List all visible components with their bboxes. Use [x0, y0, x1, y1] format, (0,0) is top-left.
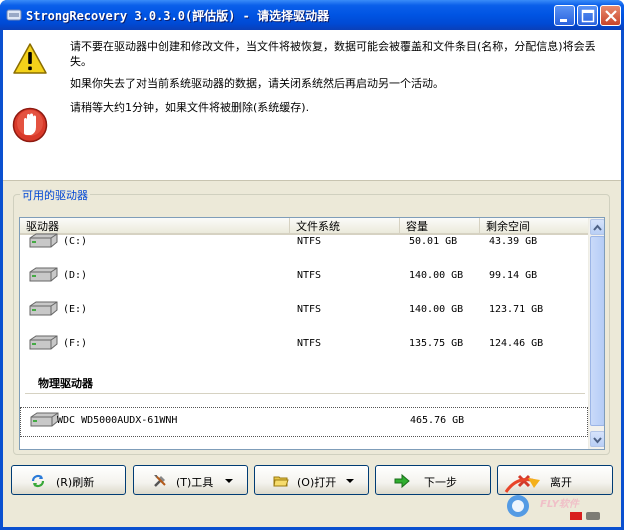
- drive-row-e[interactable]: (E:) NTFS 140.00 GB 123.71 GB: [20, 297, 588, 327]
- arrow-right-icon: [394, 473, 410, 489]
- tools-button[interactable]: (T)工具: [133, 465, 248, 495]
- drive-capacity: 135.75 GB: [409, 338, 464, 349]
- drive-name: (D:): [63, 270, 88, 281]
- close-button[interactable]: [600, 5, 621, 26]
- app-window: StrongRecovery 3.0.3.0(評估版) - 请选择驱动器 请不要…: [0, 0, 624, 530]
- drive-capacity: 140.00 GB: [409, 270, 464, 281]
- close-icon: [605, 10, 617, 22]
- chevron-down-icon: [593, 437, 602, 444]
- drive-rows: (C:) NTFS 50.01 GB 43.39 GB (D:) NTFS 14…: [20, 233, 588, 449]
- dialog-client: 请不要在驱动器中创建和修改文件，当文件将被恢复，数据可能会被覆盖和文件条目(名称…: [3, 30, 621, 527]
- open-button[interactable]: (O)打开: [254, 465, 369, 495]
- drive-capacity: 465.76 GB: [410, 415, 465, 426]
- drive-name: (C:): [63, 236, 88, 247]
- drive-name: (F:): [63, 338, 88, 349]
- hard-drive-icon: [29, 301, 58, 316]
- drive-row-c[interactable]: (C:) NTFS 50.01 GB 43.39 GB: [20, 229, 588, 259]
- hard-drive-icon: [29, 267, 58, 282]
- warning-icon: [13, 43, 47, 74]
- physical-drives-heading: 物理驱动器: [38, 377, 93, 390]
- drive-free-space: 43.39 GB: [489, 236, 538, 247]
- warning-message-2: 如果你失去了对当前系统驱动器的数据，请关闭系统然后再启动另一个活动。: [70, 77, 444, 90]
- drive-free-space: 99.14 GB: [489, 270, 538, 281]
- hard-drive-icon: [30, 412, 59, 427]
- dropdown-arrow-icon: [225, 479, 233, 483]
- tools-icon: [154, 475, 166, 487]
- drive-list[interactable]: 驱动器 文件系统 容量 剩余空间 (C:) NTFS 50.01 GB 43.3…: [19, 217, 605, 450]
- folder-icon: [273, 476, 289, 487]
- group-label: 可用的驱动器: [20, 187, 90, 203]
- scroll-up-button[interactable]: [590, 219, 604, 235]
- minimize-button[interactable]: [554, 5, 575, 26]
- title-bar[interactable]: StrongRecovery 3.0.3.0(評估版) - 请选择驱动器: [0, 0, 624, 30]
- warning-message-3: 请稍等大约1分钟，如果文件将被删除(系统缓存).: [70, 101, 310, 114]
- drive-capacity: 140.00 GB: [409, 304, 464, 315]
- hard-drive-icon: [29, 233, 58, 248]
- drive-name: (E:): [63, 304, 88, 315]
- refresh-button[interactable]: (R)刷新: [11, 465, 126, 495]
- drive-filesystem: NTFS: [297, 270, 322, 281]
- next-label: 下一步: [424, 476, 457, 489]
- site-watermark-logo: [504, 478, 600, 520]
- maximize-button[interactable]: [577, 5, 598, 26]
- refresh-label: (R)刷新: [56, 476, 95, 489]
- stop-hand-icon: [12, 107, 48, 143]
- drive-free-space: 124.46 GB: [489, 338, 544, 349]
- drive-row-d[interactable]: (D:) NTFS 140.00 GB 99.14 GB: [20, 263, 588, 293]
- app-icon: [6, 9, 22, 21]
- tools-label: (T)工具: [176, 476, 214, 489]
- maximize-icon: [581, 9, 595, 23]
- warning-message-1: 请不要在驱动器中创建和修改文件，当文件将被恢复，数据可能会被覆盖和文件条目(名称…: [70, 40, 596, 68]
- refresh-icon: [31, 474, 45, 488]
- drive-filesystem: NTFS: [297, 338, 322, 349]
- drive-filesystem: NTFS: [297, 304, 322, 315]
- hard-drive-icon: [29, 335, 58, 350]
- dropdown-arrow-icon: [346, 479, 354, 483]
- drive-row-f[interactable]: (F:) NTFS 135.75 GB 124.46 GB: [20, 331, 588, 361]
- drive-free-space: 123.71 GB: [489, 304, 544, 315]
- drive-filesystem: NTFS: [297, 236, 322, 247]
- watermark-text: FLY软件: [540, 499, 579, 510]
- next-button[interactable]: 下一步: [375, 465, 491, 495]
- drive-name: WDC WD5000AUDX-61WNH: [57, 415, 178, 426]
- available-drives-group: 可用的驱动器 驱动器 文件系统 容量 剩余空间 (C:) NTFS 50.01: [13, 187, 610, 455]
- open-label: (O)打开: [297, 476, 337, 489]
- scroll-thumb[interactable]: [590, 236, 604, 426]
- window-title: StrongRecovery 3.0.3.0(評估版) - 请选择驱动器: [26, 9, 330, 23]
- scroll-down-button[interactable]: [590, 431, 604, 447]
- vertical-scrollbar[interactable]: [588, 218, 604, 449]
- minimize-icon: [560, 19, 567, 22]
- physical-drive-row[interactable]: WDC WD5000AUDX-61WNH 465.76 GB: [20, 407, 588, 437]
- section-divider: [25, 393, 585, 394]
- drive-capacity: 50.01 GB: [409, 236, 458, 247]
- chevron-up-icon: [593, 224, 602, 231]
